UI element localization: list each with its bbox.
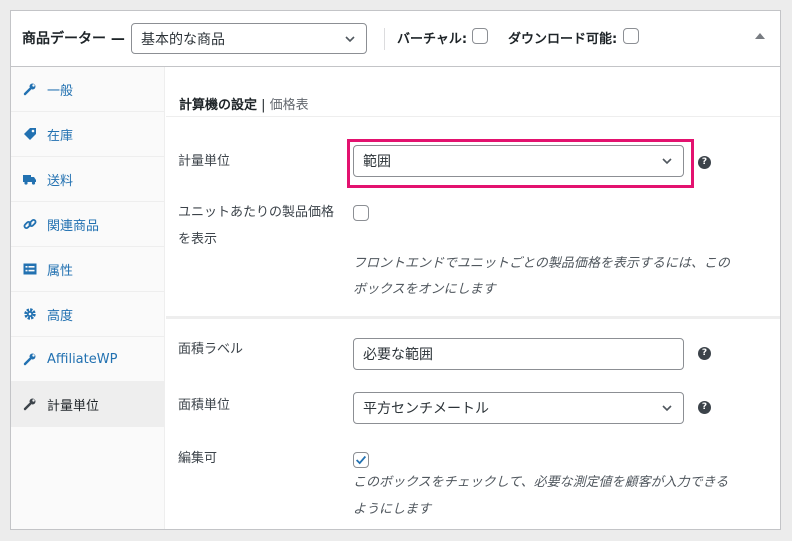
unit-label: 計量単位 (178, 154, 231, 169)
tab-label: 属性 (47, 263, 74, 279)
tab-inventory[interactable]: 在庫 (11, 112, 165, 157)
chevron-down-icon (345, 35, 355, 42)
per-unit-checkbox[interactable] (353, 205, 369, 221)
editable-description-cont: ようにします (353, 502, 432, 517)
area-unit-value: 平方センチメートル (363, 401, 489, 417)
panel-title: 商品データー — (22, 31, 125, 47)
tab-label: 高度 (47, 308, 74, 324)
wrench-icon (23, 83, 36, 96)
wrench-icon (23, 398, 36, 411)
tab-linked-products[interactable]: 関連商品 (11, 202, 165, 247)
product-data-tabs: 一般 在庫 送料 関連商品 属性 高度 AffiliateWP 計量単位 (11, 67, 165, 529)
tab-general[interactable]: 一般 (11, 67, 165, 112)
tab-attributes[interactable]: 属性 (11, 247, 165, 292)
area-unit-label: 面積単位 (178, 398, 231, 413)
chevron-down-icon (662, 405, 672, 412)
help-icon[interactable]: ? (698, 401, 711, 414)
virtual-checkbox[interactable] (472, 28, 488, 44)
list-icon (23, 263, 37, 275)
highlight-frame (347, 139, 694, 188)
section-title: 計算機の設定 | 価格表 (179, 94, 309, 113)
gear-icon (24, 308, 36, 320)
downloadable-label: ダウンロード可能: (508, 32, 618, 47)
tab-label: 計量単位 (47, 398, 100, 414)
measurement-settings: 計算機の設定 | 価格表 計量単位 範囲 ? ユニットあたりの製品価格 を表示 … (166, 67, 780, 529)
link-icon (23, 219, 37, 229)
tab-measurement[interactable]: 計量単位 (11, 382, 165, 427)
collapse-arrow-icon[interactable] (755, 33, 765, 39)
checkmark-icon (356, 455, 367, 465)
virtual-label: バーチャル: (397, 32, 468, 47)
tab-label: 在庫 (47, 128, 74, 144)
product-type-value: 基本的な商品 (141, 31, 225, 48)
area-unit-select[interactable]: 平方センチメートル (353, 392, 684, 424)
header-divider (384, 28, 385, 50)
tab-shipping[interactable]: 送料 (11, 157, 165, 202)
tab-label: 送料 (47, 173, 74, 189)
tab-label: AffiliateWP (47, 351, 118, 367)
help-icon[interactable]: ? (698, 347, 711, 360)
tag-icon (24, 128, 36, 140)
panel-header: 商品データー — 基本的な商品 バーチャル: ダウンロード可能: (11, 11, 780, 67)
area-label-input[interactable]: 必要な範囲 (353, 338, 684, 370)
downloadable-checkbox[interactable] (623, 28, 639, 44)
editable-checkbox[interactable] (353, 452, 369, 468)
editable-label: 編集可 (178, 451, 218, 466)
tab-label: 一般 (47, 83, 74, 99)
editable-description: このボックスをチェックして、必要な測定値を顧客が入力できる (353, 475, 729, 490)
truck-icon (23, 175, 36, 185)
section-title-main: 計算機の設定 (179, 98, 258, 113)
wrench-icon (23, 353, 36, 366)
tab-advanced[interactable]: 高度 (11, 292, 165, 337)
product-data-panel: 商品データー — 基本的な商品 バーチャル: ダウンロード可能: 一般 在庫 送… (10, 10, 781, 530)
area-label-label: 面積ラベル (178, 342, 244, 357)
product-type-select[interactable]: 基本的な商品 (131, 23, 367, 54)
per-unit-description: フロントエンドでユニットごとの製品価格を表示するには、この (353, 256, 730, 271)
area-label-value: 必要な範囲 (363, 347, 433, 363)
per-unit-description-cont: ボックスをオンにします (353, 282, 496, 297)
section-divider (166, 316, 780, 319)
section-title-separator: | (257, 98, 270, 113)
section-header: 計算機の設定 | 価格表 (166, 67, 780, 117)
tab-label: 関連商品 (47, 218, 100, 234)
tab-affiliatewp[interactable]: AffiliateWP (11, 337, 165, 382)
per-unit-label-cont: を表示 (178, 232, 218, 247)
per-unit-label: ユニットあたりの製品価格 (178, 205, 335, 220)
section-title-pricing-link[interactable]: 価格表 (270, 98, 309, 113)
help-icon[interactable]: ? (698, 156, 711, 169)
